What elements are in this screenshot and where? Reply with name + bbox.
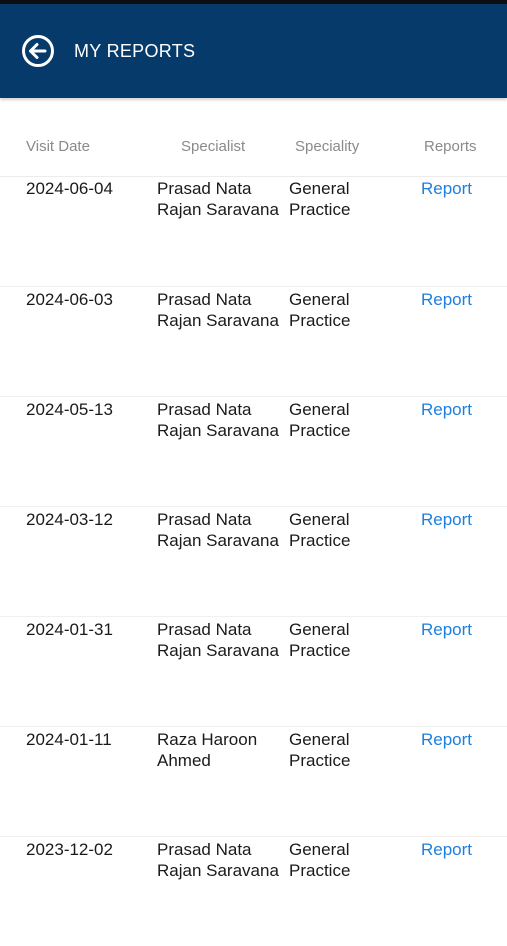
table-row: 2024-06-03 Prasad Nata Rajan Saravana Ge… <box>0 286 507 396</box>
page-title: MY REPORTS <box>74 40 196 61</box>
app-header: MY REPORTS <box>0 4 507 98</box>
specialist-name-line: Rajan Saravana <box>157 200 279 219</box>
specialist-name-line: Prasad Nata <box>157 510 252 529</box>
speciality: General Practice <box>289 729 409 771</box>
report-link[interactable]: Report <box>421 289 501 310</box>
specialist-name-line: Prasad Nata <box>157 179 252 198</box>
table-row: 2024-06-04 Prasad Nata Rajan Saravana Ge… <box>0 176 507 286</box>
column-header-specialist: Specialist <box>181 138 246 155</box>
table-row: 2024-05-13 Prasad Nata Rajan Saravana Ge… <box>0 396 507 506</box>
speciality-line: General <box>289 290 350 309</box>
speciality: General Practice <box>289 178 409 220</box>
visit-date: 2024-06-03 <box>26 290 113 309</box>
speciality-line: Practice <box>289 421 351 440</box>
speciality-line: Practice <box>289 200 351 219</box>
specialist-name-line: Rajan Saravana <box>157 421 279 440</box>
specialist-name-line: Prasad Nata <box>157 290 252 309</box>
specialist-name: Prasad Nata Rajan Saravana <box>157 399 287 441</box>
visit-date: 2024-01-11 <box>26 730 112 749</box>
specialist-name-line: Prasad Nata <box>157 840 252 859</box>
specialist-name: Prasad Nata Rajan Saravana <box>157 289 287 331</box>
speciality-line: Practice <box>289 751 351 770</box>
speciality: General Practice <box>289 619 409 661</box>
specialist-name-line: Prasad Nata <box>157 620 252 639</box>
speciality: General Practice <box>289 289 409 331</box>
table-row: 2024-01-31 Prasad Nata Rajan Saravana Ge… <box>0 616 507 726</box>
column-header-reports: Reports <box>424 138 477 155</box>
speciality-line: General <box>289 400 350 419</box>
report-link[interactable]: Report <box>421 178 501 199</box>
table-row: 2024-03-12 Prasad Nata Rajan Saravana Ge… <box>0 506 507 616</box>
specialist-name: Prasad Nata Rajan Saravana <box>157 509 287 551</box>
speciality: General Practice <box>289 509 409 551</box>
visit-date: 2024-01-31 <box>26 620 113 639</box>
speciality-line: General <box>289 510 350 529</box>
back-button[interactable] <box>20 33 56 69</box>
table-header: Visit Date Specialist Speciality Reports <box>0 132 507 160</box>
back-arrow-circle-icon <box>22 35 54 67</box>
specialist-name-line: Rajan Saravana <box>157 641 279 660</box>
column-header-visit-date: Visit Date <box>26 138 90 155</box>
speciality: General Practice <box>289 399 409 441</box>
speciality-line: Practice <box>289 861 351 880</box>
specialist-name-line: Prasad Nata <box>157 400 252 419</box>
report-link[interactable]: Report <box>421 839 501 860</box>
speciality-line: General <box>289 730 350 749</box>
specialist-name-line: Raza Haroon <box>157 730 258 749</box>
table-row: 2024-01-11 Raza Haroon Ahmed General Pra… <box>0 726 507 836</box>
table-row: 2023-12-02 Prasad Nata Rajan Saravana Ge… <box>0 836 507 946</box>
visit-date: 2024-03-12 <box>26 510 113 529</box>
speciality: General Practice <box>289 839 409 881</box>
specialist-name-line: Rajan Saravana <box>157 861 279 880</box>
report-link[interactable]: Report <box>421 509 501 530</box>
specialist-name-line: Rajan Saravana <box>157 531 279 550</box>
speciality-line: General <box>289 179 350 198</box>
specialist-name: Prasad Nata Rajan Saravana <box>157 178 287 220</box>
reports-list: 2024-06-04 Prasad Nata Rajan Saravana Ge… <box>0 176 507 946</box>
report-link[interactable]: Report <box>421 729 501 750</box>
visit-date: 2024-06-04 <box>26 179 113 198</box>
specialist-name: Prasad Nata Rajan Saravana <box>157 839 287 881</box>
report-link[interactable]: Report <box>421 399 501 420</box>
speciality-line: Practice <box>289 311 351 330</box>
speciality-line: General <box>289 620 350 639</box>
visit-date: 2023-12-02 <box>26 840 113 859</box>
visit-date: 2024-05-13 <box>26 400 113 419</box>
column-header-speciality: Speciality <box>295 138 360 155</box>
speciality-line: Practice <box>289 531 351 550</box>
report-link[interactable]: Report <box>421 619 501 640</box>
specialist-name: Prasad Nata Rajan Saravana <box>157 619 287 661</box>
speciality-line: Practice <box>289 641 351 660</box>
speciality-line: General <box>289 840 350 859</box>
specialist-name: Raza Haroon Ahmed <box>157 729 287 771</box>
specialist-name-line: Ahmed <box>157 751 211 770</box>
specialist-name-line: Rajan Saravana <box>157 311 279 330</box>
